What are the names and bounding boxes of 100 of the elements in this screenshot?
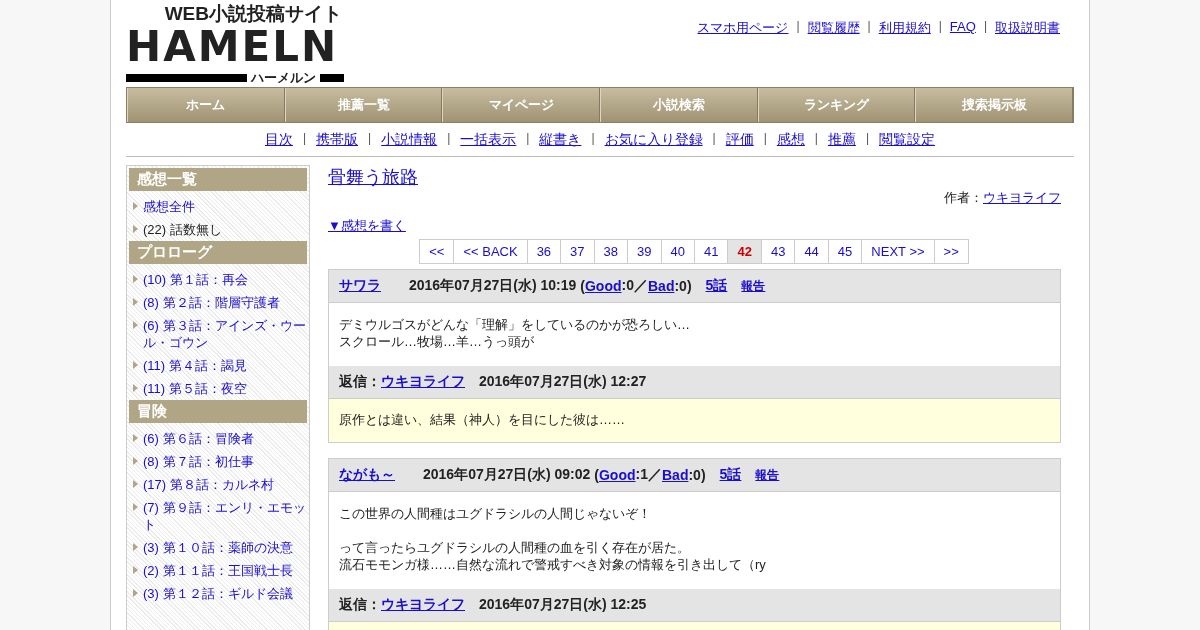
novel-link[interactable]: お気に入り登録 bbox=[604, 131, 703, 149]
novel-title[interactable]: 骨舞う旅路 bbox=[328, 167, 418, 187]
sidebar-link[interactable]: 感想全件 bbox=[143, 198, 195, 215]
report-link[interactable]: 報告 bbox=[755, 466, 780, 484]
report-link[interactable]: 報告 bbox=[741, 277, 766, 295]
sidebar-link[interactable]: (6) 第３話：アインズ・ウール・ゴウン bbox=[143, 317, 307, 351]
sidebar-text: (22) 話数無し bbox=[143, 221, 222, 238]
sidebar-heading: 感想一覧 bbox=[129, 168, 307, 191]
reply-date: 2016年07月27日(水) 12:27 bbox=[479, 373, 647, 391]
user-link[interactable]: ウキヨライフ bbox=[381, 373, 465, 391]
separator: | bbox=[867, 19, 871, 35]
page-link[interactable]: << bbox=[419, 239, 455, 264]
comment-date: 2016年07月27日(水) 10:19 bbox=[409, 277, 577, 295]
comment-text: この世界の人間種はユグドラシルの人間じゃないぞ！ bbox=[339, 505, 652, 522]
novel-link[interactable]: 携帯版 bbox=[316, 131, 359, 149]
vote-count: :1／ bbox=[635, 466, 662, 484]
vote-count: ( bbox=[580, 278, 585, 294]
author-link[interactable]: ウキヨライフ bbox=[983, 189, 1061, 207]
separator: | bbox=[814, 131, 818, 147]
page-link[interactable]: 40 bbox=[660, 239, 695, 264]
triangle-icon bbox=[133, 202, 138, 210]
separator: | bbox=[447, 131, 451, 147]
logo-wordmark: HAMELN bbox=[126, 23, 340, 71]
page-link[interactable]: >> bbox=[933, 239, 969, 264]
header-link[interactable]: 利用規約 bbox=[878, 19, 931, 37]
novel-link[interactable]: 閲覧設定 bbox=[879, 131, 936, 149]
page-link[interactable]: 39 bbox=[627, 239, 662, 264]
sidebar-link[interactable]: (3) 第１２話：ギルド会議 bbox=[143, 585, 293, 602]
sidebar-link[interactable]: (7) 第９話：エンリ・エモット bbox=[143, 499, 307, 533]
header-link[interactable]: 閲覧履歴 bbox=[807, 19, 860, 37]
novel-link[interactable]: 評価 bbox=[725, 131, 754, 149]
sidebar-link[interactable]: (8) 第７話：初仕事 bbox=[143, 453, 254, 470]
vote-link[interactable]: Bad bbox=[662, 467, 689, 483]
vote-link[interactable]: Good bbox=[585, 278, 622, 294]
logo-reading: ハーメルン bbox=[251, 71, 316, 85]
reply-label: 返信： bbox=[339, 373, 381, 391]
sidebar-link[interactable]: (11) 第４話：謁見 bbox=[143, 357, 247, 374]
triangle-icon bbox=[133, 275, 138, 283]
comment-text: って言ったらユグドラシルの人間種の血を引く存在が居た。 流石モモンガ様……自然な流れで警戒すべき対象の情報を引き出して（ry bbox=[339, 539, 767, 573]
sidebar-link[interactable]: (17) 第８話：カルネ村 bbox=[143, 476, 274, 493]
separator: | bbox=[865, 131, 870, 147]
novel-link[interactable]: 小説情報 bbox=[381, 131, 438, 149]
reply-date: 2016年07月27日(水) 12:25 bbox=[479, 596, 647, 614]
separator: | bbox=[302, 131, 307, 147]
triangle-icon bbox=[133, 457, 138, 465]
vote-count: :0) bbox=[674, 278, 692, 294]
vote-link[interactable]: Good bbox=[599, 467, 636, 483]
page-link[interactable]: 37 bbox=[560, 239, 595, 264]
triangle-icon bbox=[133, 480, 138, 488]
logo-tagline: WEB小説投稿サイト bbox=[164, 4, 342, 23]
header-link[interactable]: 取扱説明書 bbox=[995, 19, 1060, 37]
triangle-icon bbox=[133, 321, 138, 329]
separator: | bbox=[591, 131, 595, 147]
separator: | bbox=[368, 131, 372, 147]
novel-link[interactable]: 縦書き bbox=[539, 131, 582, 149]
comment-text: デミウルゴスがどんな「理解」をしているのかが恐ろしい… スクロール…牧場…羊…うっ頭が bbox=[339, 316, 691, 350]
header-link[interactable]: FAQ bbox=[949, 19, 976, 37]
vote-count: :0／ bbox=[621, 277, 648, 295]
separator: | bbox=[796, 19, 800, 35]
sidebar-link[interactable]: (10) 第１話：再会 bbox=[143, 271, 248, 288]
sidebar-heading: 冒険 bbox=[129, 400, 307, 423]
episode-link[interactable]: 5話 bbox=[719, 466, 742, 484]
separator: | bbox=[938, 19, 942, 35]
vote-link[interactable]: Bad bbox=[648, 278, 675, 294]
separator: | bbox=[983, 19, 987, 35]
author-label: 作者： bbox=[944, 189, 983, 207]
header-link[interactable]: スマホ用ページ bbox=[697, 19, 789, 37]
user-link[interactable]: ウキヨライフ bbox=[381, 596, 465, 614]
novel-link[interactable]: 目次 bbox=[264, 131, 293, 149]
page-link[interactable]: 44 bbox=[794, 239, 829, 264]
write-review-link[interactable]: ▼感想を書く bbox=[328, 218, 406, 233]
page-link[interactable]: << BACK bbox=[453, 239, 528, 264]
user-link[interactable]: サワラ bbox=[339, 277, 381, 295]
user-link[interactable]: ながも～ bbox=[339, 466, 395, 484]
separator: | bbox=[526, 131, 530, 147]
sidebar-link[interactable]: (6) 第６話：冒険者 bbox=[143, 430, 254, 447]
sidebar-link[interactable]: (3) 第１０話：薬師の決意 bbox=[143, 539, 293, 556]
triangle-icon bbox=[133, 361, 138, 369]
vote-count: ( bbox=[594, 467, 599, 483]
page-link[interactable]: NEXT >> bbox=[861, 239, 935, 264]
sidebar-link[interactable]: (11) 第５話：夜空 bbox=[143, 380, 247, 397]
sidebar-heading: プロローグ bbox=[129, 241, 307, 264]
comment-date: 2016年07月27日(水) 09:02 bbox=[423, 466, 591, 484]
page-link[interactable]: 42 bbox=[727, 239, 762, 264]
triangle-icon bbox=[133, 543, 138, 551]
triangle-icon bbox=[133, 298, 138, 306]
separator: | bbox=[712, 131, 716, 147]
novel-link[interactable]: 一括表示 bbox=[460, 131, 517, 149]
logo-bar bbox=[320, 74, 344, 82]
sidebar-link[interactable]: (2) 第１１話：王国戦士長 bbox=[143, 562, 293, 579]
triangle-icon bbox=[133, 589, 138, 597]
triangle-icon bbox=[133, 434, 138, 442]
episode-link[interactable]: 5話 bbox=[705, 277, 728, 295]
vote-count: :0) bbox=[688, 467, 706, 483]
triangle-icon bbox=[133, 225, 138, 233]
novel-link[interactable]: 推薦 bbox=[827, 131, 856, 149]
triangle-icon bbox=[133, 566, 138, 574]
reply-label: 返信： bbox=[339, 596, 381, 614]
novel-link[interactable]: 感想 bbox=[776, 131, 805, 149]
sidebar-link[interactable]: (8) 第２話：階層守護者 bbox=[143, 294, 280, 311]
